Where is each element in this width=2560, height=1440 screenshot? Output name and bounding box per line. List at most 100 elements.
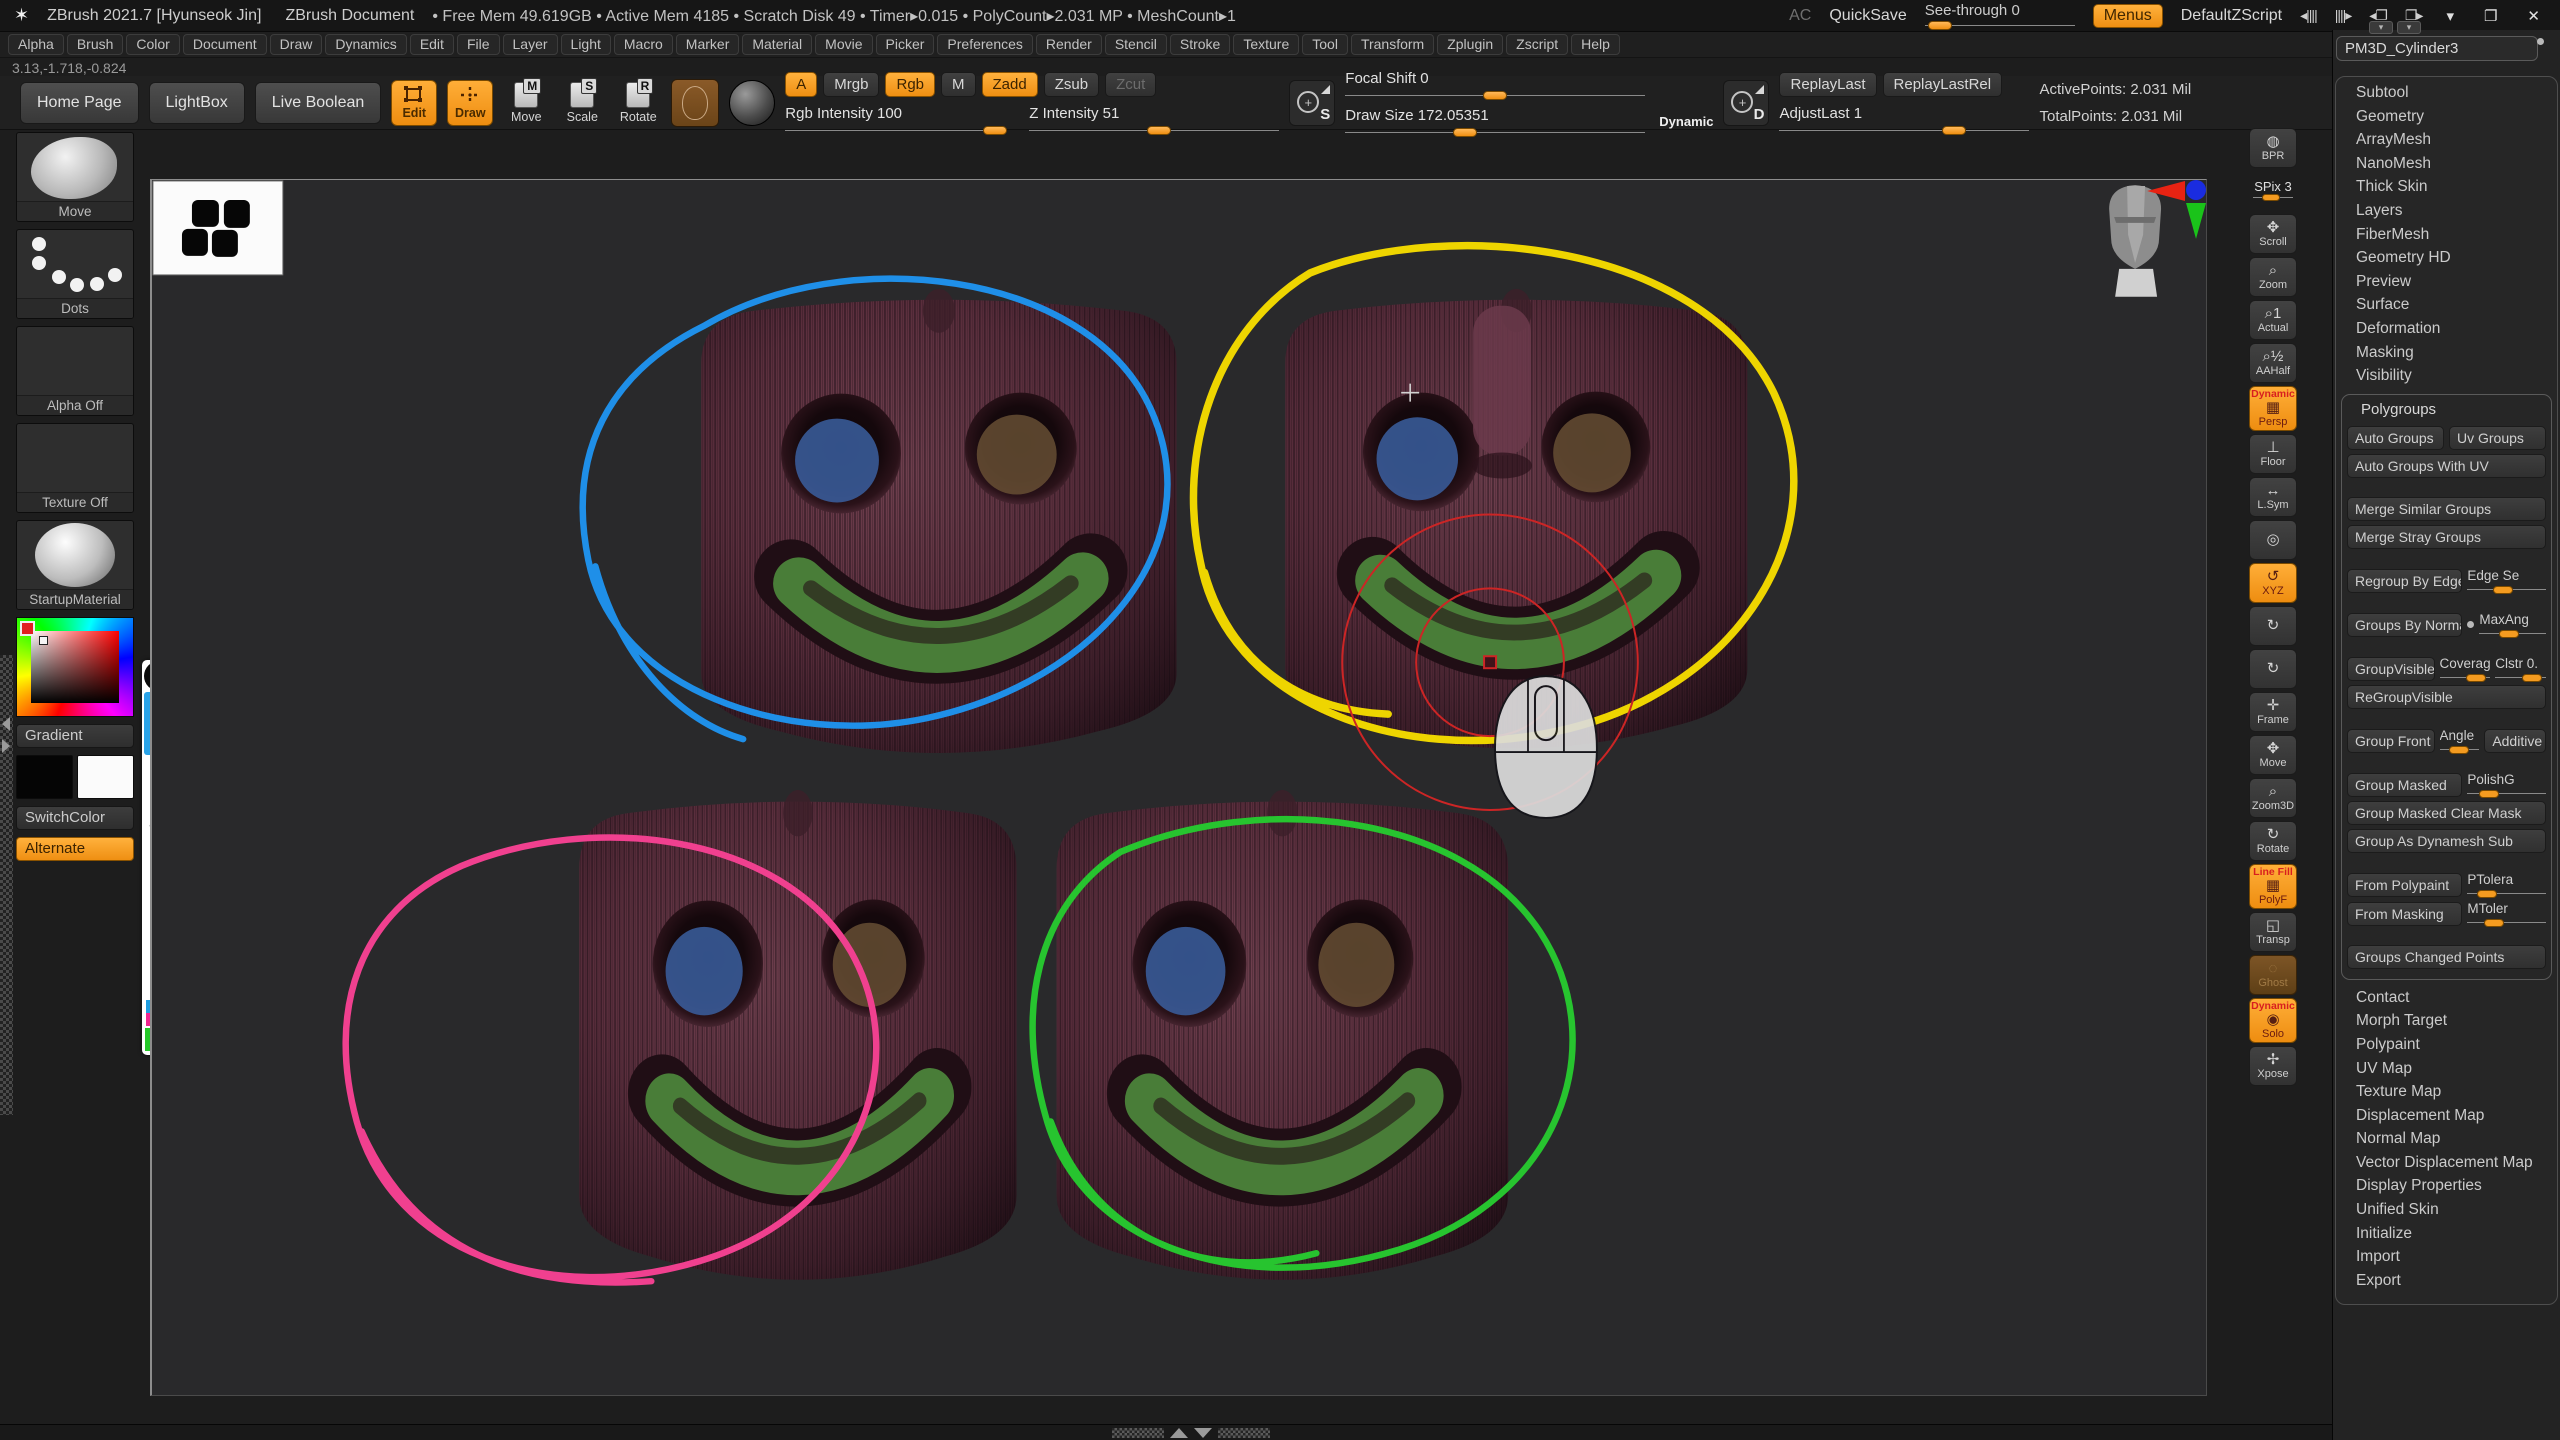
replay-last-rel-button[interactable]: ReplayLastRel	[1883, 72, 2003, 97]
z-intensity-slider[interactable]: Z Intensity 51	[1029, 105, 1279, 134]
mrgb-toggle[interactable]: Mrgb	[823, 72, 879, 97]
move-button[interactable]: M Move	[503, 80, 549, 126]
tool-section-item[interactable]: Import	[2336, 1245, 2557, 1269]
right-shelf-button[interactable]: ⌕ Zoom3D	[2249, 778, 2297, 818]
group-as-dynamesh-sub-button[interactable]: Group As Dynamesh Sub	[2347, 829, 2546, 853]
cluster-slider[interactable]: Clstr 0.	[2495, 656, 2546, 681]
edge-sensitivity-slider[interactable]: Edge Se	[2467, 568, 2546, 593]
from-masking-button[interactable]: From Masking	[2347, 902, 2462, 926]
right-shelf-button[interactable]: ◍ BPR	[2249, 128, 2297, 168]
tool-section-item[interactable]: Morph Target	[2336, 1009, 2557, 1033]
chevron-down-icon[interactable]: ▾	[2397, 21, 2421, 34]
tool-section-item[interactable]: Geometry HD	[2336, 246, 2557, 270]
rgb-intensity-slider[interactable]: Rgb Intensity 100	[785, 105, 1003, 134]
bottom-tray-divider[interactable]	[1112, 1428, 1270, 1438]
rgb-toggle[interactable]: Rgb	[885, 72, 935, 97]
gradient-button[interactable]: Gradient	[16, 724, 134, 748]
tool-section-item[interactable]: Layers	[2336, 199, 2557, 223]
additive-button[interactable]: Additive	[2484, 729, 2546, 753]
tool-section-item[interactable]: Vector Displacement Map	[2336, 1151, 2557, 1175]
default-zscript-button[interactable]: DefaultZScript	[2181, 7, 2282, 25]
menu-item[interactable]: Document	[183, 34, 267, 55]
main-color-swatch[interactable]	[16, 755, 73, 799]
group-visible-button[interactable]: GroupVisible	[2347, 657, 2435, 681]
right-shelf-button[interactable]: ⊥ Floor	[2249, 434, 2297, 474]
current-alpha-button[interactable]: Alpha Off	[16, 326, 134, 416]
tool-section-item[interactable]: Masking	[2336, 341, 2557, 365]
draw-button[interactable]: Draw	[447, 80, 493, 126]
tool-section-item[interactable]: Preview	[2336, 270, 2557, 294]
regroup-by-edges-button[interactable]: Regroup By Edges	[2347, 569, 2462, 593]
right-shelf-button[interactable]: ✥ Move	[2249, 735, 2297, 775]
quicksave-button[interactable]: QuickSave	[1829, 7, 1906, 25]
tool-section-item[interactable]: Surface	[2336, 293, 2557, 317]
tool-section-item[interactable]: NanoMesh	[2336, 152, 2557, 176]
menu-item[interactable]: Picker	[876, 34, 935, 55]
tool-section-item[interactable]: Polypaint	[2336, 1033, 2557, 1057]
menu-item[interactable]: Light	[561, 34, 611, 55]
menu-item[interactable]: Stroke	[1170, 34, 1230, 55]
tool-section-item[interactable]: Contact	[2336, 986, 2557, 1010]
collapse-left-tray-icon[interactable]: ◂||||	[2300, 7, 2317, 24]
from-polypaint-button[interactable]: From Polypaint	[2347, 873, 2462, 897]
max-angle-slider[interactable]: MaxAng	[2479, 612, 2546, 637]
tool-section-item[interactable]: Export	[2336, 1269, 2557, 1293]
focal-shift-slider[interactable]: Focal Shift 0	[1345, 70, 1645, 99]
tool-section-item[interactable]: Deformation	[2336, 317, 2557, 341]
right-shelf-button[interactable]: ↺ XYZ	[2249, 563, 2297, 603]
auto-groups-with-uv-button[interactable]: Auto Groups With UV	[2347, 454, 2546, 478]
coverage-slider[interactable]: Coverag	[2440, 656, 2491, 681]
menu-item[interactable]: Stencil	[1105, 34, 1167, 55]
right-shelf-button[interactable]: ⌕½ AAHalf	[2249, 343, 2297, 383]
scale-button[interactable]: S Scale	[559, 80, 605, 126]
menu-item[interactable]: Texture	[1233, 34, 1299, 55]
menu-item[interactable]: Material	[742, 34, 812, 55]
tool-section-item[interactable]: Display Properties	[2336, 1174, 2557, 1198]
menu-item[interactable]: Preferences	[937, 34, 1032, 55]
tool-section-item[interactable]: Geometry	[2336, 105, 2557, 129]
left-tray-divider[interactable]	[0, 655, 13, 1115]
stroke-curve-dial[interactable]: + S	[1289, 80, 1335, 126]
right-shelf-button[interactable]: ↻ Rotate	[2249, 821, 2297, 861]
menu-item[interactable]: Macro	[614, 34, 673, 55]
groups-by-normals-button[interactable]: Groups By Normals	[2347, 613, 2462, 637]
polish-slider[interactable]: PolishG	[2467, 772, 2546, 797]
groups-changed-points-button[interactable]: Groups Changed Points	[2347, 945, 2546, 969]
restore-button[interactable]: ❐	[2478, 7, 2503, 25]
group-masked-clear-mask-button[interactable]: Group Masked Clear Mask	[2347, 801, 2546, 825]
menu-item[interactable]: Layer	[503, 34, 558, 55]
right-shelf-button[interactable]: SPix 3	[2249, 171, 2297, 211]
current-texture-button[interactable]: Texture Off	[16, 423, 134, 513]
right-shelf-button[interactable]: ✢ Xpose	[2249, 1046, 2297, 1086]
chevron-down-icon[interactable]: ▾	[2369, 21, 2393, 34]
polygroups-header[interactable]: Polygroups	[2347, 399, 2546, 422]
color-picker[interactable]	[16, 617, 134, 717]
menu-item[interactable]: Zplugin	[1437, 34, 1503, 55]
right-shelf-button[interactable]: ✥ Scroll	[2249, 214, 2297, 254]
right-shelf-button[interactable]: Dynamic ▦ Persp	[2249, 386, 2297, 431]
active-tool-title[interactable]: PM3D_Cylinder3	[2336, 36, 2538, 61]
group-masked-button[interactable]: Group Masked	[2347, 773, 2462, 797]
tool-section-item[interactable]: UV Map	[2336, 1057, 2557, 1081]
spix-slider-track[interactable]	[2253, 193, 2293, 201]
tool-section-item[interactable]: Visibility	[2336, 364, 2557, 388]
right-shelf-button[interactable]: ◌ Ghost	[2249, 955, 2297, 995]
angle-slider[interactable]: Angle	[2440, 728, 2480, 753]
menu-item[interactable]: Draw	[270, 34, 323, 55]
tool-section-item[interactable]: Thick Skin	[2336, 175, 2557, 199]
option-dot[interactable]	[2467, 621, 2474, 628]
auto-groups-button[interactable]: Auto Groups	[2347, 426, 2444, 450]
replay-last-button[interactable]: ReplayLast	[1779, 72, 1876, 97]
edit-button[interactable]: Edit	[391, 80, 437, 126]
camera-head-gizmo[interactable]	[2109, 185, 2161, 297]
m-toggle[interactable]: M	[941, 72, 976, 97]
lightbox-button[interactable]: LightBox	[149, 82, 245, 124]
option-dot[interactable]	[2537, 38, 2544, 45]
menu-item[interactable]: Transform	[1351, 34, 1434, 55]
right-shelf-button[interactable]: ↻	[2249, 649, 2297, 689]
collapse-right-tray-icon[interactable]: ||||▸	[2335, 7, 2352, 24]
tool-section-item[interactable]: ArrayMesh	[2336, 128, 2557, 152]
zcut-toggle[interactable]: Zcut	[1105, 72, 1156, 97]
material-quick-button[interactable]	[729, 80, 775, 126]
alpha-quick-button[interactable]	[671, 79, 719, 127]
